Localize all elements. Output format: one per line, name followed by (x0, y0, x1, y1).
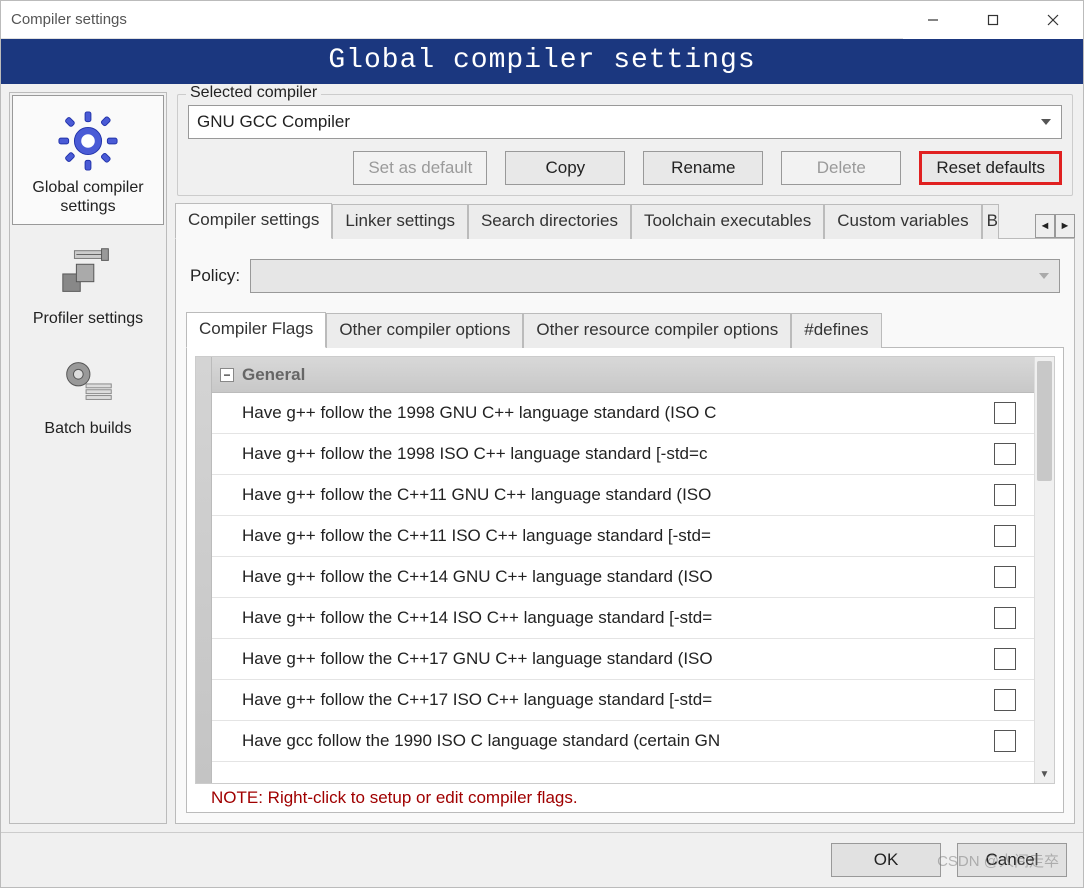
sidebar-item-label: Batch builds (44, 419, 131, 438)
tab-compiler-settings[interactable]: Compiler settings (175, 203, 332, 239)
sidebar-item-profiler[interactable]: Profiler settings (10, 227, 166, 336)
tab-defines[interactable]: #defines (791, 313, 881, 348)
rename-button[interactable]: Rename (643, 151, 763, 185)
compiler-tabs: Compiler settings Linker settings Search… (175, 202, 1075, 239)
flag-row[interactable]: Have g++ follow the C++11 ISO C++ langua… (212, 516, 1034, 557)
policy-row: Policy: (190, 259, 1060, 293)
tab-scroll-right[interactable]: ► (1055, 214, 1075, 238)
compiler-select-value: GNU GCC Compiler (197, 112, 350, 132)
scroll-down-icon[interactable]: ▼ (1035, 765, 1054, 783)
flags-note: NOTE: Right-click to setup or edit compi… (195, 784, 1055, 808)
compiler-flags-panel: − General Have g++ follow the 1998 GNU C… (186, 348, 1064, 813)
policy-label: Policy: (190, 266, 240, 286)
flag-checkbox[interactable] (994, 525, 1016, 547)
scrollbar-thumb[interactable] (1037, 361, 1052, 481)
flags-gutter (196, 357, 212, 783)
flag-label: Have gcc follow the 1990 ISO C language … (212, 731, 986, 751)
flag-checkbox[interactable] (994, 484, 1016, 506)
flag-checkbox[interactable] (994, 402, 1016, 424)
flag-row[interactable]: Have g++ follow the C++17 GNU C++ langua… (212, 639, 1034, 680)
cancel-button[interactable]: Cancel (957, 843, 1067, 877)
flag-row[interactable]: Have g++ follow the C++17 ISO C++ langua… (212, 680, 1034, 721)
tab-other-compiler-options[interactable]: Other compiler options (326, 313, 523, 348)
reset-defaults-button[interactable]: Reset defaults (919, 151, 1062, 185)
flag-label: Have g++ follow the C++11 GNU C++ langua… (212, 485, 986, 505)
selected-compiler-group: Selected compiler GNU GCC Compiler Set a… (177, 94, 1073, 196)
flag-row[interactable]: Have gcc follow the 1990 ISO C language … (212, 721, 1034, 762)
collapse-icon[interactable]: − (220, 368, 234, 382)
tab-toolchain-executables[interactable]: Toolchain executables (631, 204, 824, 239)
tab-custom-variables[interactable]: Custom variables (824, 204, 981, 239)
flag-label: Have g++ follow the C++14 GNU C++ langua… (212, 567, 986, 587)
tab-build-options-cut[interactable]: B (982, 204, 999, 239)
compiler-select[interactable]: GNU GCC Compiler (188, 105, 1062, 139)
group-title: Selected compiler (186, 84, 321, 102)
flag-label: Have g++ follow the C++17 GNU C++ langua… (212, 649, 986, 669)
close-button[interactable] (1023, 1, 1083, 39)
flag-checkbox[interactable] (994, 689, 1016, 711)
main-panel: Selected compiler GNU GCC Compiler Set a… (175, 92, 1075, 824)
batch-icon (53, 347, 123, 417)
flag-row[interactable]: Have g++ follow the 1998 GNU C++ languag… (212, 393, 1034, 434)
flag-checkbox[interactable] (994, 443, 1016, 465)
compiler-action-row: Set as default Copy Rename Delete Reset … (188, 151, 1062, 185)
flag-row[interactable]: Have g++ follow the C++11 GNU C++ langua… (212, 475, 1034, 516)
tab-other-resource-options[interactable]: Other resource compiler options (523, 313, 791, 348)
sidebar-item-label: Profiler settings (33, 309, 143, 328)
tab-search-directories[interactable]: Search directories (468, 204, 631, 239)
sidebar-item-batch-builds[interactable]: Batch builds (10, 337, 166, 446)
settings-sidebar: Global compiler settings Profiler settin… (9, 92, 167, 824)
flag-label: Have g++ follow the 1998 ISO C++ languag… (212, 444, 986, 464)
flag-row[interactable]: Have g++ follow the C++14 GNU C++ langua… (212, 557, 1034, 598)
ok-button[interactable]: OK (831, 843, 941, 877)
window-title: Compiler settings (11, 11, 903, 28)
titlebar: Compiler settings (1, 1, 1083, 39)
flag-label: Have g++ follow the C++14 ISO C++ langua… (212, 608, 986, 628)
dialog-footer: OK Cancel CSDN @人间走卒 (1, 832, 1083, 887)
flags-group-header[interactable]: − General (212, 357, 1034, 393)
tab-linker-settings[interactable]: Linker settings (332, 204, 468, 239)
flag-checkbox[interactable] (994, 648, 1016, 670)
page-banner: Global compiler settings (1, 39, 1083, 84)
flag-checkbox[interactable] (994, 730, 1016, 752)
tab-compiler-flags[interactable]: Compiler Flags (186, 312, 326, 348)
minimize-button[interactable] (903, 1, 963, 39)
sidebar-item-global-compiler[interactable]: Global compiler settings (12, 95, 164, 225)
gear-icon (53, 106, 123, 176)
flags-scroll: − General Have g++ follow the 1998 GNU C… (212, 357, 1034, 783)
flag-checkbox[interactable] (994, 607, 1016, 629)
flags-group-label: General (242, 365, 305, 385)
tab-scroll-left[interactable]: ◄ (1035, 214, 1055, 238)
compiler-settings-window: Compiler settings Global compiler settin… (0, 0, 1084, 888)
flags-scrollbar[interactable]: ▼ (1034, 357, 1054, 783)
compiler-settings-panel: Policy: Compiler Flags Other compiler op… (175, 239, 1075, 824)
copy-button[interactable]: Copy (505, 151, 625, 185)
flag-row[interactable]: Have g++ follow the 1998 ISO C++ languag… (212, 434, 1034, 475)
profiler-icon (53, 237, 123, 307)
delete-button[interactable]: Delete (781, 151, 901, 185)
body: Global compiler settings Profiler settin… (1, 84, 1083, 832)
flags-grid: − General Have g++ follow the 1998 GNU C… (195, 356, 1055, 784)
flag-checkbox[interactable] (994, 566, 1016, 588)
set-as-default-button[interactable]: Set as default (353, 151, 487, 185)
flag-label: Have g++ follow the C++11 ISO C++ langua… (212, 526, 986, 546)
sidebar-item-label: Global compiler settings (17, 178, 159, 216)
maximize-button[interactable] (963, 1, 1023, 39)
tab-scroll-spinner: ◄ ► (1035, 214, 1075, 238)
flag-row[interactable]: Have g++ follow the C++14 ISO C++ langua… (212, 598, 1034, 639)
compiler-subtabs: Compiler Flags Other compiler options Ot… (186, 311, 1064, 348)
policy-select[interactable] (250, 259, 1060, 293)
flag-label: Have g++ follow the 1998 GNU C++ languag… (212, 403, 986, 423)
flag-label: Have g++ follow the C++17 ISO C++ langua… (212, 690, 986, 710)
